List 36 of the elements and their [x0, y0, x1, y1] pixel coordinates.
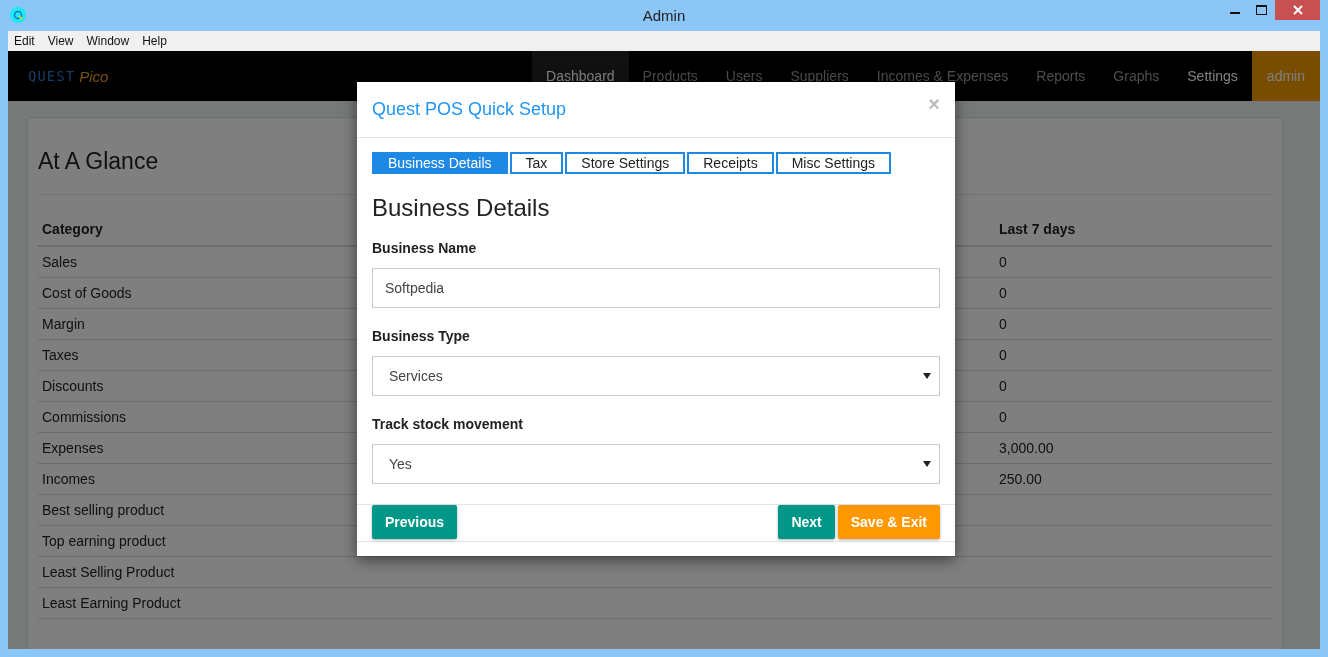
table-cell: Least Earning Product — [38, 587, 995, 619]
table-cell: 0 — [995, 308, 1272, 340]
nav-tab[interactable]: Reports — [1022, 51, 1100, 101]
menu-item[interactable]: View — [43, 34, 78, 48]
tab[interactable]: Tax — [509, 152, 564, 174]
menu-item[interactable]: Help — [138, 34, 171, 48]
table-cell: 0 — [995, 246, 1272, 278]
tab[interactable]: Misc Settings — [775, 152, 891, 174]
menu-item[interactable]: Edit — [10, 34, 39, 48]
field-label: Track stock movement — [372, 416, 524, 432]
table-cell: 0 — [995, 339, 1272, 371]
nav-tab[interactable]: Settings — [1173, 51, 1252, 101]
table-cell: 0 — [995, 370, 1272, 402]
logo-brand: QUEST — [28, 68, 76, 84]
close-icon — [1292, 5, 1303, 15]
table-cell: 0 — [995, 401, 1272, 433]
select-field[interactable]: Services — [372, 356, 940, 396]
logo-product: Pico — [79, 67, 109, 85]
tab[interactable]: Receipts — [687, 152, 774, 174]
select-field[interactable]: Yes — [372, 444, 940, 484]
input-field[interactable]: Softpedia — [372, 268, 940, 308]
tab[interactable]: Store Settings — [565, 152, 686, 174]
table-cell: 3,000.00 — [995, 432, 1272, 464]
dialog-title: Quest POS Quick Setup — [372, 99, 567, 120]
column-header: Last 7 days — [995, 217, 1272, 246]
nav-tab[interactable]: Graphs — [1099, 51, 1174, 101]
action-button[interactable]: Previous — [372, 505, 458, 539]
action-button[interactable]: Next — [778, 505, 835, 539]
caret-icon — [923, 461, 931, 467]
caret-icon — [923, 373, 931, 379]
table-cell: 250.00 — [995, 463, 1272, 495]
tab[interactable]: Business Details — [372, 152, 508, 174]
window-title: Admin — [642, 6, 686, 24]
menu-item[interactable]: Window — [82, 34, 134, 48]
close-button[interactable] — [1275, 0, 1320, 20]
table-cell: 0 — [995, 277, 1272, 309]
